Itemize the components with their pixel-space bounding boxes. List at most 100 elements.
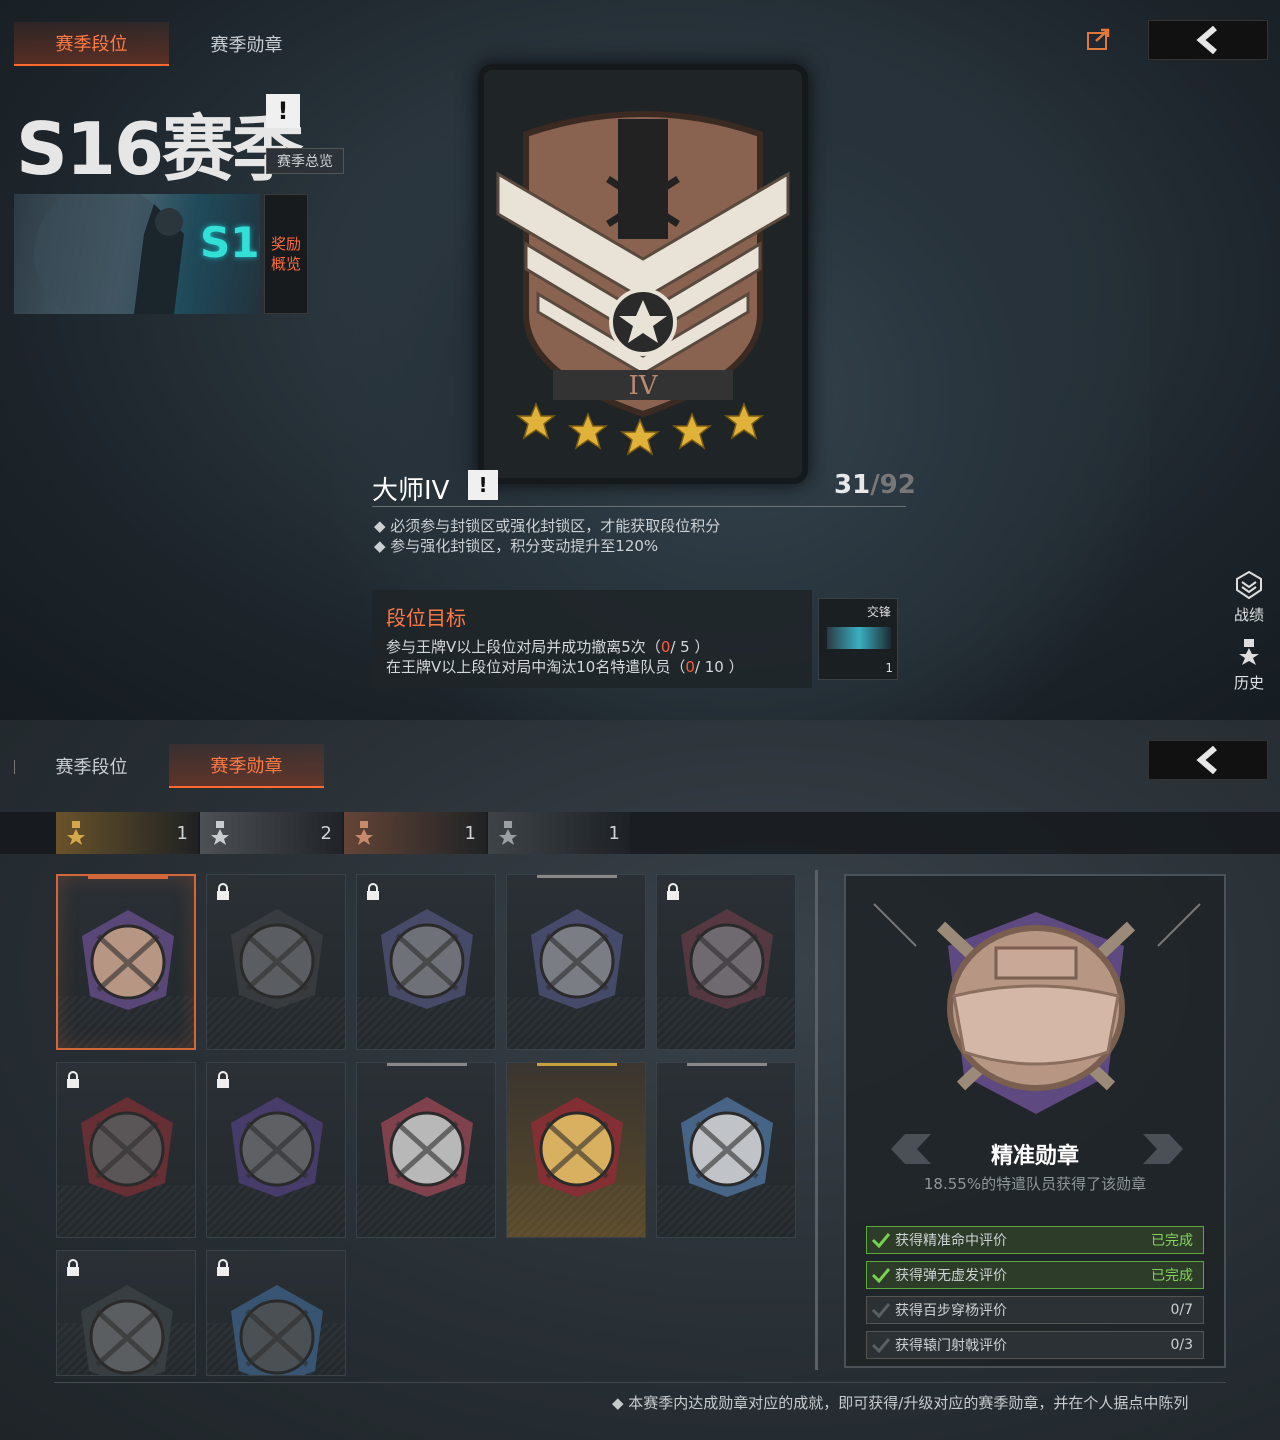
medal-grid-scrollbar[interactable] [815, 870, 818, 1370]
grey-medal-count: 1 [488, 812, 630, 854]
medal-obtained-percent: 18.55%的特遣队员获得了该勋章 [923, 1175, 1147, 1193]
silver-medal-icon [211, 821, 229, 845]
medal-icon [231, 1097, 323, 1197]
top-tab-bar: 赛季段位 赛季勋章 [14, 22, 324, 66]
gold-medal-count: 1 [56, 812, 198, 854]
rank-stars [515, 402, 765, 456]
medal-cell-medal-5[interactable] [656, 874, 796, 1050]
requirement-text: 获得辕门射戟评价 [895, 1338, 1007, 1354]
tab-season-medals[interactable]: 赛季勋章 [169, 22, 324, 66]
requirement-row: 获得精准命中评价 已完成 [866, 1226, 1204, 1254]
rank-score: 31/92 [834, 470, 916, 500]
silver-medal-count: 2 [200, 812, 342, 854]
tab-season-rank[interactable]: 赛季段位 [14, 22, 169, 66]
medal-name: 精准勋章 [990, 1144, 1079, 1169]
rank-panel: 赛季段位 赛季勋章 S16赛季 ! 赛季总览 S16 奖励 概览 IV [0, 0, 1280, 720]
rank-note-1: ◆ 必须参与封锁区或强化封锁区，才能获取段位积分 [374, 517, 721, 535]
requirement-status: 已完成 [1151, 1233, 1193, 1249]
divider [372, 506, 906, 507]
rank-note-2: ◆ 参与强化封锁区，积分变动提升至120% [374, 537, 659, 555]
medal-cell-medal-6[interactable] [56, 1062, 196, 1238]
medal-cell-medal-4[interactable] [506, 874, 646, 1050]
season-banner[interactable]: S16 [14, 194, 260, 314]
reward-overview-button[interactable]: 奖励 概览 [264, 194, 308, 314]
history-button[interactable]: 历史 [1228, 638, 1270, 693]
requirement-status: 0/7 [1170, 1302, 1193, 1318]
reward-label-2: 概览 [270, 255, 301, 273]
star-icon [567, 412, 609, 450]
check-icon [867, 1297, 895, 1323]
rank-info-icon[interactable]: ! [468, 470, 498, 500]
medal-icon [681, 909, 773, 1009]
lock-icon [667, 883, 679, 900]
star-icon [619, 418, 661, 456]
bronze-medal-icon [355, 821, 373, 845]
medal-cell-medal-11[interactable] [56, 1250, 196, 1376]
medal-icon [231, 909, 323, 1009]
lock-icon [67, 1259, 79, 1276]
requirement-status: 0/3 [1170, 1337, 1193, 1353]
medal-cell-medal-3[interactable] [356, 874, 496, 1050]
medal-detail-panel: 精准勋章 18.55%的特遣队员获得了该勋章 获得精准命中评价 已完成 获得弹无虚发… [844, 874, 1226, 1368]
tab-season-medals[interactable]: 赛季勋章 [169, 744, 324, 788]
medal-cell-medal-7[interactable] [206, 1062, 346, 1238]
medal-icon [81, 1285, 173, 1375]
medal-count-bar: 1 2 1 1 [0, 812, 1280, 854]
requirement-text: 获得精准命中评价 [895, 1233, 1007, 1249]
season-title: S16赛季 [16, 107, 304, 191]
medal-cell-precision-medal[interactable] [56, 874, 196, 1050]
lock-icon [217, 1259, 229, 1276]
rank-goal-panel: 段位目标 参与王牌V以上段位对局并成功撤离5次（0/ 5 ） 在王牌V以上段位对… [372, 590, 812, 688]
footer-divider [54, 1382, 1226, 1383]
tab-season-rank[interactable]: 赛季段位 [14, 744, 169, 788]
bronze-medal-count: 1 [344, 812, 486, 854]
medal-cell-medal-12[interactable] [206, 1250, 346, 1376]
record-button[interactable]: 战绩 [1228, 570, 1270, 625]
exchange-reward[interactable]: 交锋 1 [818, 598, 898, 680]
reward-label-1: 奖励 [270, 235, 301, 253]
medal-icon [381, 909, 473, 1009]
chevron-left-icon [1196, 746, 1217, 774]
medal-icon [381, 1097, 473, 1197]
star-icon [671, 412, 713, 450]
season-overview-button[interactable]: 赛季总览 [266, 148, 344, 174]
star-icon [515, 402, 557, 440]
record-icon [1236, 570, 1262, 600]
exchange-thumbnail [827, 627, 891, 649]
history-icon [1239, 639, 1259, 665]
goal-line-2: 在王牌V以上段位对局中淘汰10名特遣队员（0/ 10 ） [386, 658, 744, 676]
requirement-text: 获得弹无虚发评价 [895, 1268, 1007, 1284]
goal-line-1: 参与王牌V以上段位对局并成功撤离5次（0/ 5 ） [386, 638, 710, 656]
score-current: 31 [834, 470, 871, 500]
share-icon[interactable] [1082, 24, 1116, 54]
medal-cell-medal-8[interactable] [356, 1062, 496, 1238]
requirement-status: 已完成 [1151, 1268, 1193, 1284]
banner-s16-text: S16 [200, 218, 260, 267]
requirement-row: 获得弹无虚发评价 已完成 [866, 1261, 1204, 1289]
medal-icon [531, 1097, 623, 1197]
check-icon [867, 1262, 895, 1288]
rank-roman: IV [628, 371, 658, 401]
medal-icon [82, 910, 174, 1010]
star-icon [723, 402, 765, 440]
requirement-row: 获得百步穿杨评价 0/7 [866, 1296, 1204, 1324]
medal-cell-medal-9[interactable] [506, 1062, 646, 1238]
back-button[interactable] [1148, 20, 1268, 60]
medal-cell-medal-2[interactable] [206, 874, 346, 1050]
back-button[interactable] [1148, 740, 1268, 780]
medal-icon [81, 1097, 173, 1197]
medal-panel: 赛季段位 赛季勋章 1 2 1 1 精准勋章 18.55%的特遣队员获得了该勋章… [0, 720, 1280, 1440]
grey-medal-icon [499, 821, 517, 845]
lock-icon [217, 883, 229, 900]
medal-cell-medal-10[interactable] [656, 1062, 796, 1238]
lock-icon [367, 883, 379, 900]
lock-icon [67, 1071, 79, 1088]
check-icon [867, 1227, 895, 1253]
bottom-tab-bar: 赛季段位 赛季勋章 [14, 744, 324, 788]
medal-icon [681, 1097, 773, 1197]
check-icon [867, 1332, 895, 1358]
goal-title: 段位目标 [386, 606, 466, 630]
medal-icon [231, 1285, 323, 1375]
season-info-icon[interactable]: ! [266, 94, 300, 128]
lock-icon [217, 1071, 229, 1088]
